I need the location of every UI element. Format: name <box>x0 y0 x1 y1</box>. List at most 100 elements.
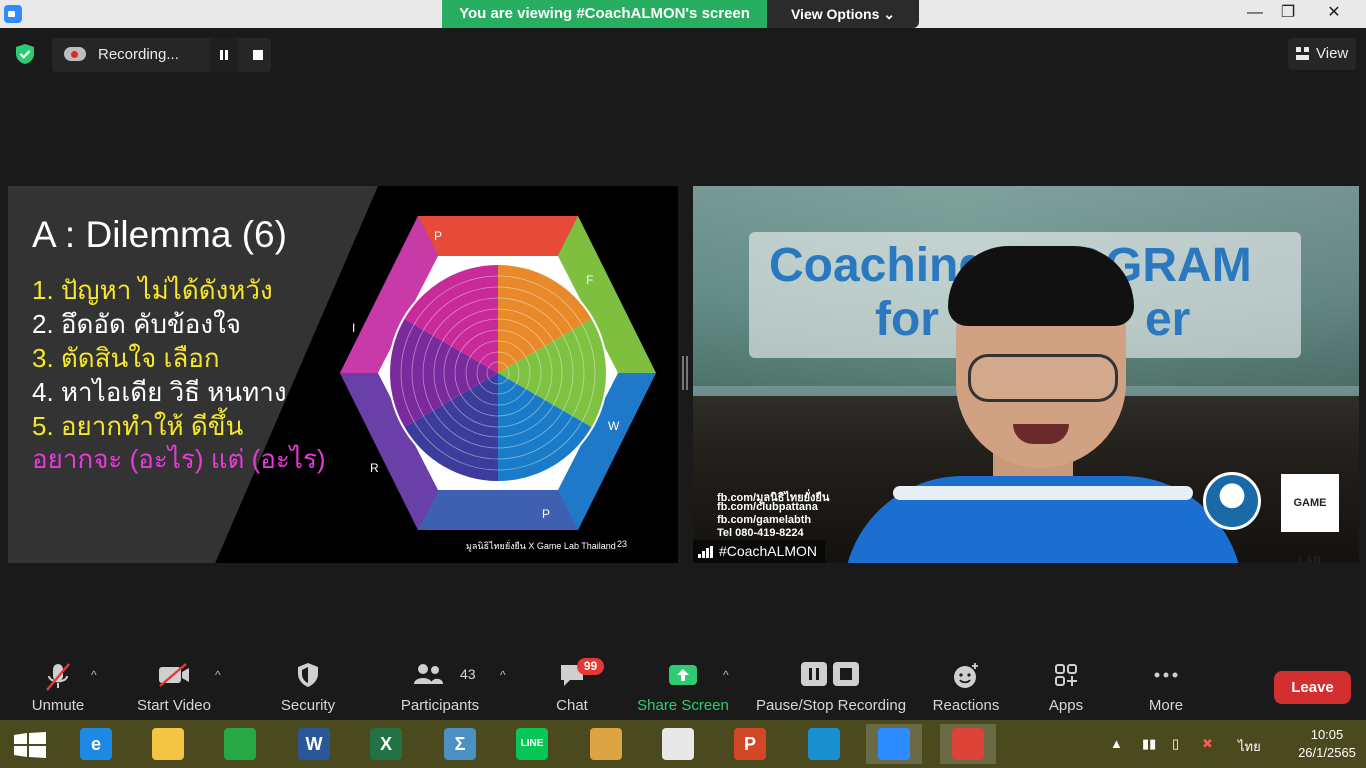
participants-options-caret[interactable]: ^ <box>500 668 506 682</box>
participant-name-tag: #CoachALMON <box>693 540 826 563</box>
zoom-app-icon <box>4 5 22 23</box>
edge-icon <box>808 728 840 760</box>
reactions-label: Reactions <box>932 697 1000 714</box>
security-button[interactable]: Security <box>270 648 346 720</box>
more-button[interactable]: More <box>1136 648 1196 720</box>
hex-label-w: W <box>608 419 620 433</box>
foundation-logo <box>1203 472 1261 530</box>
apps-icon <box>1055 664 1077 686</box>
view-button[interactable]: View <box>1288 38 1356 70</box>
store-taskbar-button[interactable] <box>212 724 268 764</box>
hex-label-r: R <box>370 461 379 475</box>
cloud-recording-icon <box>64 47 86 61</box>
excel-icon: X <box>370 728 402 760</box>
maximize-button[interactable]: ❐ <box>1268 0 1308 28</box>
clock-time: 10:05 <box>1310 727 1344 742</box>
share-screen-label: Share Screen <box>637 697 729 714</box>
share-screen-icon <box>669 665 697 685</box>
video-options-caret[interactable]: ^ <box>215 668 221 682</box>
close-button[interactable]: ✕ <box>1314 0 1354 28</box>
title-bar: You are viewing #CoachALMON's screen Vie… <box>0 0 1366 28</box>
chrome-icon <box>952 728 984 760</box>
chat-label: Chat <box>556 697 588 714</box>
participants-count: 43 <box>460 666 476 682</box>
video-background-subtitle-end: er <box>1144 293 1191 346</box>
show-hidden-icons-icon[interactable]: ▲ <box>1110 736 1123 751</box>
signal-strength-icon <box>698 546 713 558</box>
view-options-button[interactable]: View Options ⌄ <box>767 0 919 28</box>
more-dots-icon <box>1154 672 1178 678</box>
hex-label-performance: P <box>434 229 442 243</box>
view-options-label: View Options <box>790 6 880 22</box>
slide-title: A : Dilemma (6) <box>32 214 287 255</box>
line-taskbar-button[interactable]: LINE <box>504 724 560 764</box>
unmute-button[interactable]: Unmute <box>20 648 96 720</box>
slide-line-6: อยากจะ (อะไร) แต่ (อะไร) <box>32 444 326 474</box>
encryption-shield-icon[interactable] <box>14 43 36 65</box>
hex-label-p2: P <box>542 507 550 521</box>
recording-indicator: Recording... <box>52 38 271 72</box>
participant-name: #CoachALMON <box>719 543 818 559</box>
start-video-label: Start Video <box>137 697 211 714</box>
chrome-taskbar-button[interactable] <box>940 724 996 764</box>
unmute-label: Unmute <box>31 697 85 714</box>
taskbar-clock[interactable]: 10:05 26/1/2565 <box>1296 726 1358 762</box>
reactions-button[interactable]: Reactions <box>928 648 1004 720</box>
powerpoint-taskbar-button[interactable]: P <box>722 724 778 764</box>
speaker-shirt-stripe <box>893 486 1193 500</box>
slide-footer: มูลนิธิไทยยั่งยืน X Game Lab Thailand <box>466 541 616 551</box>
pause-stop-recording-label: Pause/Stop Recording <box>755 697 907 714</box>
input-language[interactable]: ไทย <box>1238 736 1261 757</box>
pause-stop-recording-button[interactable]: Pause/Stop Recording <box>752 648 910 720</box>
battery-icon[interactable]: ▯ <box>1172 736 1179 752</box>
game-lab-logo: GAME LAB <box>1281 474 1339 563</box>
muted-mic-icon <box>46 663 70 691</box>
paint-taskbar-button[interactable] <box>578 724 634 764</box>
perwip-hexagon-diagram: P F W P R I <box>340 216 656 530</box>
lisrel-taskbar-button[interactable] <box>650 724 706 764</box>
shared-slide: A : Dilemma (6) 1. ปัญหา ไม่ได้ดังหวัง 2… <box>8 186 678 563</box>
audio-options-caret[interactable]: ^ <box>91 668 97 682</box>
excel-taskbar-button[interactable]: X <box>358 724 414 764</box>
video-off-icon <box>159 663 189 687</box>
file-explorer-taskbar-button[interactable] <box>140 724 196 764</box>
stop-recording-button[interactable] <box>244 38 272 72</box>
windows-taskbar: e W X Σ LINE P <box>0 720 1366 768</box>
ie-taskbar-button[interactable]: e <box>68 724 124 764</box>
zoom-icon <box>878 728 910 760</box>
participants-label: Participants <box>400 697 480 714</box>
edge-taskbar-button[interactable] <box>796 724 852 764</box>
video-background-subtitle-start: for <box>875 293 939 346</box>
phone-number: Tel 080-419-8224 <box>717 527 804 539</box>
share-screen-button[interactable]: Share Screen <box>636 648 730 720</box>
apps-button[interactable]: Apps <box>1036 648 1096 720</box>
pause-recording-button[interactable] <box>210 38 238 72</box>
split-divider-handle[interactable] <box>682 356 688 390</box>
participants-button[interactable]: 43 Participants <box>398 648 482 720</box>
security-shield-icon <box>298 663 318 687</box>
chat-unread-badge: 99 <box>577 658 604 675</box>
zoom-meeting-window: You are viewing #CoachALMON's screen Vie… <box>0 0 1366 768</box>
fb-link-3: fb.com/gamelabth <box>717 514 812 526</box>
word-taskbar-button[interactable]: W <box>286 724 342 764</box>
math-taskbar-button[interactable]: Σ <box>432 724 488 764</box>
meeting-controls-toolbar: Unmute ^ Start Video ^ Security 43 Parti… <box>0 648 1366 720</box>
word-icon: W <box>298 728 330 760</box>
participants-icon <box>414 664 443 684</box>
hex-label-i: I <box>352 321 355 335</box>
line-icon: LINE <box>516 728 548 760</box>
network-icon[interactable]: ▮▮ <box>1142 736 1156 752</box>
speaker-glasses <box>968 354 1118 402</box>
participant-video-tile[interactable]: Coaching PROGRAM for er fb.com/มูลนิธิไทย… <box>693 186 1359 563</box>
share-options-caret[interactable]: ^ <box>723 668 729 682</box>
leave-button[interactable]: Leave <box>1274 671 1351 704</box>
volume-muted-icon[interactable]: ✖ <box>1202 736 1213 752</box>
store-icon <box>224 728 256 760</box>
viewing-banner: You are viewing #CoachALMON's screen <box>442 0 767 28</box>
windows-start-icon[interactable] <box>14 732 46 758</box>
recording-label: Recording... <box>98 46 179 63</box>
start-video-button[interactable]: Start Video <box>128 648 220 720</box>
fb-link-2: fb.com/clubpattana <box>717 501 818 513</box>
powerpoint-icon: P <box>734 728 766 760</box>
zoom-taskbar-button[interactable] <box>866 724 922 764</box>
